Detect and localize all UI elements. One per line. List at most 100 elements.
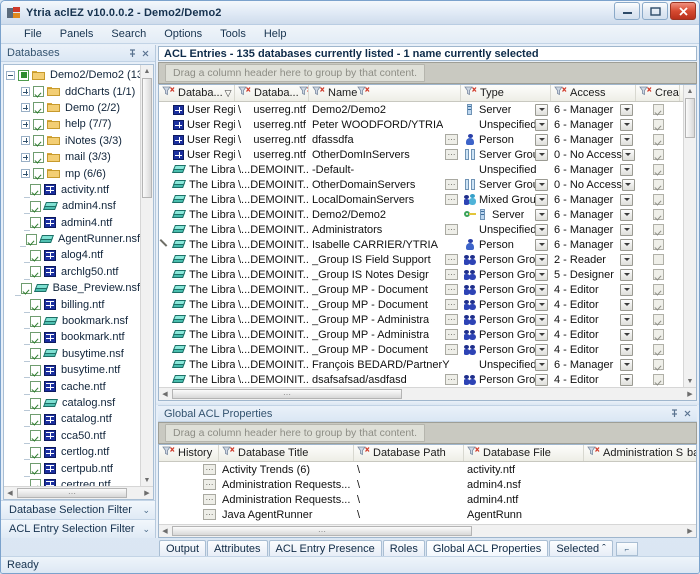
tree-checkbox[interactable] — [18, 69, 29, 81]
tree-item[interactable]: help (7/7) — [6, 116, 140, 132]
cell-name[interactable]: dsafsafsad/asdfasd ⋯ — [309, 372, 461, 387]
tree-checkbox[interactable] — [30, 348, 41, 360]
cell-type[interactable]: Person — [461, 132, 551, 147]
tree-checkbox[interactable] — [30, 266, 41, 278]
cell-access[interactable]: 4 - Editor — [551, 327, 636, 342]
scroll-left-arrow[interactable]: ◀ — [159, 525, 171, 537]
table-row[interactable]: User Registrati...\ userreg.ntf Demo2/Demo… — [159, 102, 696, 117]
tree-checkbox[interactable] — [33, 118, 44, 130]
close-button[interactable] — [670, 2, 696, 20]
cell-access[interactable]: 6 - Manager — [551, 132, 636, 147]
history-button[interactable]: ⋯ — [203, 464, 216, 475]
tree-checkbox[interactable] — [30, 381, 41, 393]
cell-create[interactable] — [636, 252, 680, 267]
table-row[interactable]: The Library\...DEMOINIT....Demo2/Demo2 Se… — [159, 207, 696, 222]
name-picker-button[interactable]: ⋯ — [445, 314, 458, 325]
tree-checkbox[interactable] — [30, 299, 41, 311]
bottom-group-by-dropzone[interactable]: Drag a column header here to group by th… — [158, 422, 697, 444]
table-row[interactable]: User Registrati...\userreg.ntfOtherDomIn… — [159, 147, 696, 162]
scroll-up-arrow[interactable]: ▲ — [684, 85, 696, 97]
expand-toggle[interactable] — [21, 169, 30, 179]
create-checkbox[interactable] — [652, 224, 664, 235]
tab-scroll-button[interactable]: ⌐ — [615, 542, 638, 556]
cell-name[interactable]: Demo2/Demo2 — [309, 207, 461, 222]
create-checkbox[interactable] — [652, 269, 664, 280]
global-acl-grid-header[interactable]: History Database Title Database Path Databa… — [159, 445, 696, 462]
database-selection-filter[interactable]: Database Selection Filter ⌄ — [1, 500, 155, 519]
maximize-button[interactable] — [642, 2, 668, 20]
tree-scroll-thumb[interactable] — [142, 78, 152, 198]
cell-name[interactable]: Peter WOODFORD/YTRIA — [309, 117, 461, 132]
bottom-column-header-database-path[interactable]: Database Path — [354, 445, 464, 461]
filter-icon[interactable] — [554, 86, 567, 100]
type-dropdown-button[interactable] — [535, 373, 548, 386]
access-dropdown-button[interactable] — [620, 283, 633, 296]
cell-create[interactable] — [636, 267, 680, 282]
tree-checkbox[interactable] — [33, 135, 44, 147]
table-row[interactable]: The Library\...DEMOINIT...._Group MP - D… — [159, 282, 696, 297]
scroll-right-arrow[interactable]: ▶ — [141, 487, 153, 499]
cell-access[interactable]: 6 - Manager — [551, 357, 636, 372]
tree-item[interactable]: certlog.ntf — [6, 444, 140, 461]
name-picker-button[interactable]: ⋯ — [445, 269, 458, 280]
table-row[interactable]: The Library\...DEMOINIT...._Group MP - A… — [159, 327, 696, 342]
tree-checkbox[interactable] — [33, 102, 44, 114]
type-dropdown-button[interactable] — [535, 298, 548, 311]
cell-type[interactable]: Unspecified — [461, 162, 551, 177]
tab-roles[interactable]: Roles — [382, 540, 425, 556]
access-dropdown-button[interactable] — [620, 253, 633, 266]
cell-create[interactable] — [636, 177, 680, 192]
cell-type[interactable]: Person — [461, 237, 551, 252]
close-icon[interactable] — [139, 47, 152, 60]
cell-access[interactable]: 4 - Editor — [551, 282, 636, 297]
cell-name[interactable]: Administrators ⋯ — [309, 222, 461, 237]
type-dropdown-button[interactable] — [535, 328, 548, 341]
bottom-column-header-database-title[interactable]: Database Title — [219, 445, 354, 461]
tab-global-acl-properties[interactable]: Global ACL Properties — [425, 540, 549, 556]
cell-name[interactable]: Demo2/Demo2 — [309, 102, 461, 117]
access-dropdown-button[interactable] — [620, 133, 633, 146]
access-dropdown-button[interactable] — [621, 178, 635, 191]
access-dropdown-button[interactable] — [620, 268, 633, 281]
filter-icon[interactable] — [587, 446, 600, 460]
type-dropdown-button[interactable] — [535, 253, 548, 266]
tree-checkbox[interactable] — [30, 364, 41, 376]
tree-checkbox[interactable] — [33, 168, 44, 180]
column-header-type[interactable]: Type — [461, 85, 551, 101]
name-picker-button[interactable]: ⋯ — [445, 194, 458, 205]
tree-item[interactable]: bookmark.ntf — [6, 329, 140, 346]
tree-item[interactable]: iNotes (3/3) — [6, 133, 140, 149]
cell-name[interactable]: -Default- — [309, 162, 461, 177]
column-header-databa[interactable]: Databa... ▽ — [159, 85, 235, 101]
create-checkbox[interactable] — [652, 374, 664, 385]
tree-checkbox[interactable] — [30, 331, 41, 343]
cell-access[interactable]: 4 - Editor — [551, 372, 636, 387]
cell-type[interactable]: Person Group — [461, 327, 551, 342]
cell-create[interactable] — [636, 222, 680, 237]
cell-access[interactable]: 5 - Designer — [551, 267, 636, 282]
type-dropdown-button[interactable] — [535, 118, 548, 131]
grid-scroll-thumb[interactable] — [685, 98, 695, 138]
cell-name[interactable]: OtherDomainServers ⋯ — [309, 177, 461, 192]
table-row[interactable]: ⋯ Administration Requests... \ admin4.ntf — [159, 492, 696, 507]
tree-item[interactable]: AgentRunner.nsf — [6, 231, 140, 248]
cell-create[interactable] — [636, 207, 680, 222]
tree-item[interactable]: cache.ntf — [6, 378, 140, 395]
bottom-tab-strip[interactable]: Output Attributes ACL Entry Presence Roles G… — [156, 538, 699, 556]
cell-create[interactable] — [636, 312, 680, 327]
table-row[interactable]: ⋯ Activity Trends (6) \ activity.ntf — [159, 462, 696, 477]
type-dropdown-button[interactable] — [535, 238, 548, 251]
access-dropdown-button[interactable] — [620, 358, 633, 371]
table-row[interactable]: The Library\...DEMOINIT...._Group MP - D… — [159, 342, 696, 357]
create-checkbox[interactable] — [652, 299, 664, 310]
bottom-hscroll-thumb[interactable]: ⋯ — [172, 526, 472, 536]
cell-type[interactable]: Person Group — [461, 267, 551, 282]
cell-access[interactable]: 6 - Manager — [551, 222, 636, 237]
bottom-column-header-base-file[interactable]: base File — [684, 445, 696, 461]
filter-icon[interactable] — [162, 86, 175, 100]
cell-create[interactable] — [636, 192, 680, 207]
name-picker-button[interactable]: ⋯ — [445, 299, 458, 310]
type-dropdown-button[interactable] — [535, 208, 548, 221]
access-dropdown-button[interactable] — [620, 343, 633, 356]
tree-item[interactable]: mp (6/6) — [6, 165, 140, 181]
